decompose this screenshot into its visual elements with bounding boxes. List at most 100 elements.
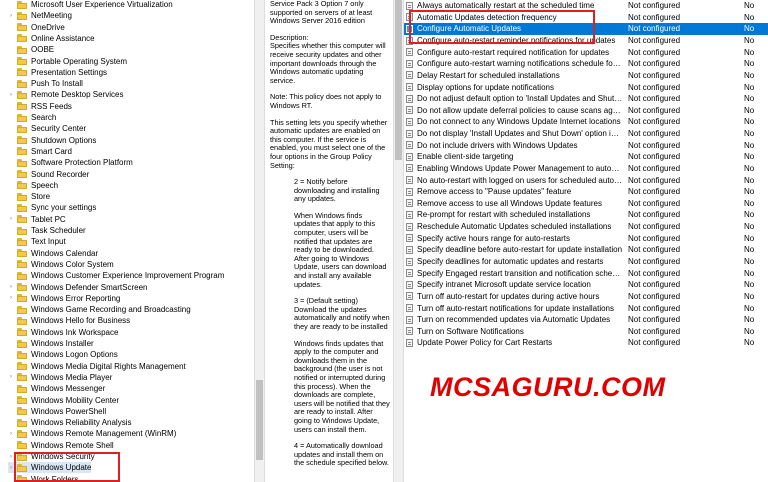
setting-row[interactable]: Do not connect to any Windows Update Int… (404, 116, 768, 127)
tree-item[interactable]: › Remote Desktop Services (8, 89, 123, 100)
setting-row[interactable]: Do not display 'Install Updates and Shut… (404, 128, 768, 139)
tree-item-label: Sync your settings (31, 203, 97, 213)
setting-row[interactable]: No auto-restart with logged on users for… (404, 174, 768, 185)
setting-comment: No (744, 210, 755, 220)
setting-row[interactable]: Turn off auto-restart for updates during… (404, 291, 768, 302)
setting-row[interactable]: Specify active hours range for auto-rest… (404, 233, 768, 244)
tree-item[interactable]: Sound Recorder (8, 169, 89, 180)
tree-item[interactable]: Presentation Settings (8, 67, 107, 78)
setting-row[interactable]: Do not include drivers with Windows Upda… (404, 140, 768, 151)
tree-item[interactable]: Windows PowerShell (8, 406, 106, 417)
tree-item[interactable]: Windows Reliability Analysis (8, 417, 131, 428)
setting-row[interactable]: Specify deadlines for automatic updates … (404, 256, 768, 267)
setting-row[interactable]: Configure auto-restart required notifica… (404, 47, 768, 58)
tree-item[interactable]: › Tablet PC (8, 214, 66, 225)
setting-comment: No (744, 303, 755, 313)
setting-row[interactable]: Do not adjust default option to 'Install… (404, 93, 768, 104)
tree-item[interactable]: Online Assistance (8, 33, 95, 44)
folder-icon (17, 249, 27, 258)
setting-row[interactable]: Remove access to "Pause updates" feature… (404, 186, 768, 197)
tree-item[interactable]: Work Folders (8, 474, 78, 482)
tree-item[interactable]: › Windows Defender SmartScreen (8, 282, 148, 293)
tree-item[interactable]: Windows Media Digital Rights Management (8, 361, 186, 372)
policy-tree[interactable]: Microsoft User Experience Virtualization… (0, 0, 254, 482)
tree-item[interactable]: › Windows Security (8, 451, 95, 462)
setting-row[interactable]: Configure auto-restart warning notificat… (404, 58, 768, 69)
tree-item[interactable]: Sync your settings (8, 202, 96, 213)
tree-item[interactable]: RSS Feeds (8, 101, 72, 112)
setting-row[interactable]: Always automatically restart at the sche… (404, 0, 768, 11)
tree-item[interactable]: › Windows Error Reporting (8, 293, 120, 304)
setting-row[interactable]: Automatic Updates detection frequency Not… (404, 12, 768, 23)
setting-row[interactable]: Specify intranet Microsoft update servic… (404, 279, 768, 290)
tree-item[interactable]: Windows Logon Options (8, 349, 118, 360)
setting-row[interactable]: Reschedule Automatic Updates scheduled i… (404, 221, 768, 232)
tree-item[interactable]: Windows Game Recording and Broadcasting (8, 304, 191, 315)
tree-item[interactable]: › NetMeeting (8, 10, 72, 21)
tree-item[interactable]: Smart Card (8, 146, 72, 157)
setting-row[interactable]: Enable client-side targeting Not configur… (404, 151, 768, 162)
expand-arrow-icon[interactable]: › (8, 428, 14, 439)
tree-item[interactable]: Store (8, 191, 50, 202)
description-scrollbar-thumb[interactable] (395, 0, 402, 160)
setting-comment: No (744, 12, 755, 22)
tree-item[interactable]: Windows Hello for Business (8, 315, 130, 326)
setting-row[interactable]: Remove access to use all Windows Update … (404, 198, 768, 209)
expand-arrow-icon[interactable]: › (8, 89, 14, 100)
setting-row[interactable]: Enabling Windows Update Power Management… (404, 163, 768, 174)
tree-item[interactable]: Windows Mobility Center (8, 395, 119, 406)
setting-row[interactable]: Delay Restart for scheduled installation… (404, 70, 768, 81)
tree-item[interactable]: Windows Calendar (8, 248, 98, 259)
tree-item[interactable]: › Windows Update (8, 462, 92, 474)
tree-item[interactable]: Microsoft User Experience Virtualization (8, 0, 173, 10)
tree-scrollbar[interactable] (254, 0, 265, 482)
expand-arrow-icon[interactable]: › (8, 293, 14, 304)
expand-arrow-icon[interactable]: › (8, 214, 14, 225)
tree-item[interactable]: Task Scheduler (8, 225, 86, 236)
expand-arrow-icon[interactable]: › (8, 10, 14, 21)
tree-item[interactable]: OneDrive (8, 22, 65, 33)
tree-item[interactable]: Speech (8, 180, 58, 191)
policy-setting-icon (406, 71, 413, 80)
tree-item-label: RSS Feeds (31, 101, 72, 111)
settings-list[interactable]: Always automatically restart at the sche… (404, 0, 768, 360)
tree-item[interactable]: Search (8, 112, 56, 123)
setting-row[interactable]: Re-prompt for restart with scheduled ins… (404, 209, 768, 220)
setting-row[interactable]: Display options for update notifications… (404, 81, 768, 92)
setting-row[interactable]: Turn on Software Notifications Not config… (404, 326, 768, 337)
tree-item[interactable]: Shutdown Options (8, 135, 96, 146)
tree-item[interactable]: Windows Color System (8, 259, 114, 270)
tree-item[interactable]: Portable Operating System (8, 56, 127, 67)
policy-setting-icon (406, 94, 413, 103)
tree-item[interactable]: Windows Messenger (8, 383, 105, 394)
tree-item[interactable]: Windows Remote Shell (8, 440, 114, 451)
policy-setting-icon (406, 245, 413, 254)
setting-row[interactable]: Configure auto-restart reminder notifica… (404, 35, 768, 46)
tree-scrollbar-thumb[interactable] (256, 380, 263, 460)
tree-item[interactable]: Windows Ink Workspace (8, 327, 118, 338)
setting-row[interactable]: Turn off auto-restart notifications for … (404, 302, 768, 313)
expand-arrow-icon[interactable]: › (8, 372, 14, 383)
setting-row[interactable]: Turn on recommended updates via Automati… (404, 314, 768, 325)
tree-item[interactable]: Windows Customer Experience Improvement … (8, 270, 224, 281)
setting-row[interactable]: Update Power Policy for Cart Restarts Not… (404, 337, 768, 348)
setting-row[interactable]: Do not allow update deferral policies to… (404, 105, 768, 116)
tree-item[interactable]: OOBE (8, 44, 54, 55)
setting-row[interactable]: Specify Engaged restart transition and n… (404, 267, 768, 278)
tree-item[interactable]: Software Protection Platform (8, 157, 133, 168)
tree-item[interactable]: Push To Install (8, 78, 83, 89)
expand-arrow-icon[interactable]: › (8, 282, 14, 293)
setting-row[interactable]: Configure Automatic Updates Not configure… (404, 23, 768, 35)
setting-row[interactable]: Specify deadline before auto-restart for… (404, 244, 768, 255)
tree-item[interactable]: › Windows Remote Management (WinRM) (8, 428, 176, 439)
expand-arrow-icon[interactable]: › (8, 462, 14, 473)
tree-item[interactable]: Security Center (8, 123, 86, 134)
description-scrollbar[interactable] (393, 0, 404, 482)
tree-item[interactable]: Windows Installer (8, 338, 94, 349)
tree-item[interactable]: › Windows Media Player (8, 372, 112, 383)
folder-icon (17, 305, 27, 314)
expand-arrow-icon[interactable]: › (8, 451, 14, 462)
tree-item[interactable]: Text Input (8, 236, 66, 247)
